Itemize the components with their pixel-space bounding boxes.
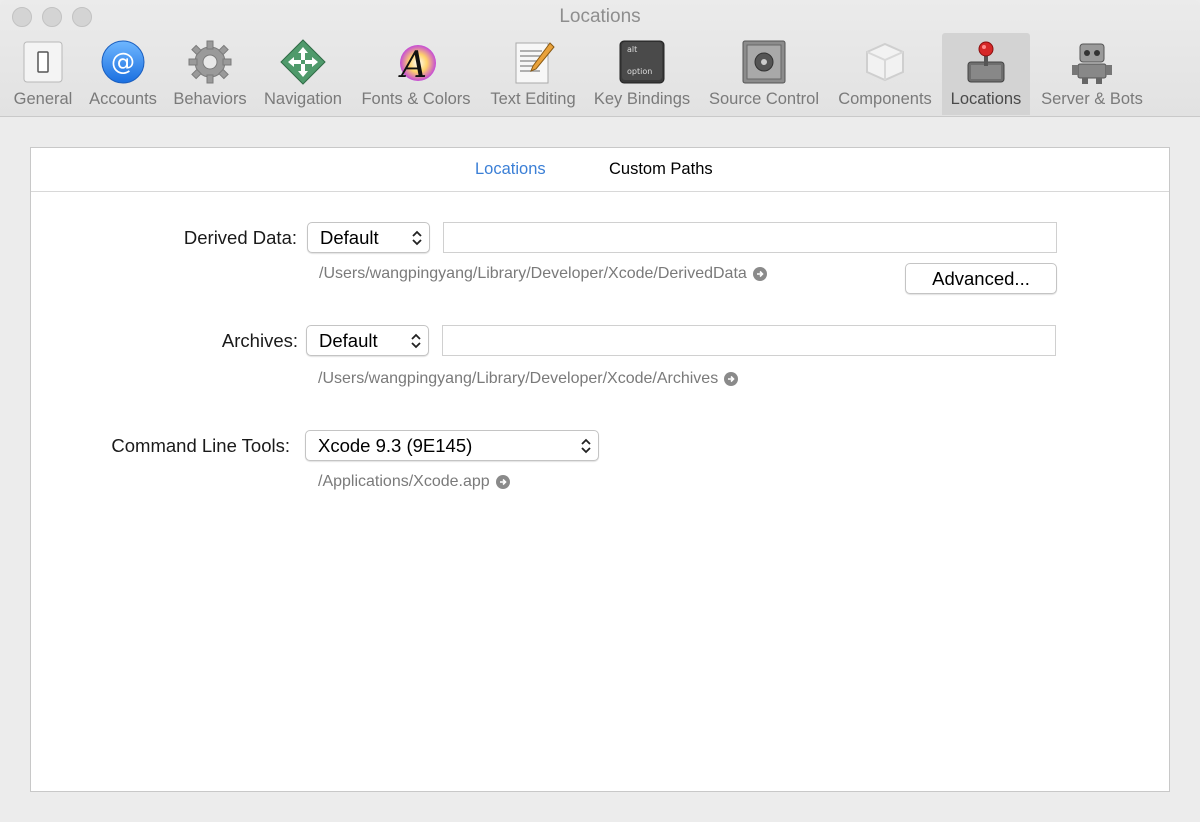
advanced-button[interactable]: Advanced... xyxy=(905,263,1057,294)
key-cap-bottom: option xyxy=(627,67,652,76)
window-title: Locations xyxy=(559,6,641,27)
tab-accounts[interactable]: @ Accounts xyxy=(84,33,162,115)
derived-data-popup-value: Default xyxy=(320,227,379,248)
segment-custom-paths[interactable]: Custom Paths xyxy=(609,160,713,179)
reveal-arrow-icon[interactable] xyxy=(495,475,510,489)
tab-label: Behaviors xyxy=(173,90,247,108)
tab-behaviors[interactable]: Behaviors xyxy=(168,33,252,115)
tab-source-control[interactable]: Source Control xyxy=(702,33,826,115)
locations-panel: Locations Custom Paths Derived Data: Def… xyxy=(30,147,1170,792)
option-key-icon: alt option xyxy=(618,38,666,86)
archives-popup[interactable]: Default xyxy=(306,325,429,356)
at-sign-icon: @ xyxy=(99,38,147,86)
tab-label: Navigation xyxy=(264,90,342,108)
archives-path: /Users/wangpingyang/Library/Developer/Xc… xyxy=(318,370,739,388)
segmented-control: Locations Custom Paths xyxy=(31,148,1169,192)
safe-icon xyxy=(740,38,788,86)
tab-label: Accounts xyxy=(89,90,157,108)
tab-label: Components xyxy=(838,90,932,108)
chevron-up-down-icon xyxy=(411,333,421,349)
command-line-tools-label: Command Line Tools: xyxy=(111,435,290,456)
command-line-tools-path: /Applications/Xcode.app xyxy=(318,473,510,491)
segment-locations[interactable]: Locations xyxy=(475,160,546,179)
navigation-arrows-icon xyxy=(279,38,327,86)
robot-icon xyxy=(1068,38,1116,86)
general-icon xyxy=(19,38,67,86)
derived-data-path-text: /Users/wangpingyang/Library/Developer/Xc… xyxy=(319,265,747,282)
derived-data-popup[interactable]: Default xyxy=(307,222,430,253)
preferences-window: Locations General @ Accounts Behaviors N… xyxy=(0,0,1200,822)
tab-components[interactable]: Components xyxy=(832,33,938,115)
tab-label: Source Control xyxy=(708,90,820,108)
svg-text:A: A xyxy=(398,45,427,85)
key-cap-top: alt xyxy=(627,45,637,54)
tab-server-bots[interactable]: Server & Bots xyxy=(1034,33,1150,115)
svg-text:@: @ xyxy=(111,48,135,76)
derived-data-path: /Users/wangpingyang/Library/Developer/Xc… xyxy=(319,265,767,283)
font-color-icon: A xyxy=(392,38,440,86)
tab-text-editing[interactable]: Text Editing xyxy=(484,33,582,115)
command-line-tools-popup-value: Xcode 9.3 (9E145) xyxy=(318,435,473,456)
archives-field[interactable] xyxy=(442,325,1056,356)
archives-popup-value: Default xyxy=(319,330,378,351)
tab-general[interactable]: General xyxy=(6,33,80,115)
tab-label: Key Bindings xyxy=(593,90,691,108)
tab-label: Fonts & Colors xyxy=(361,90,471,108)
reveal-arrow-icon[interactable] xyxy=(752,267,767,281)
joystick-icon xyxy=(962,38,1010,86)
chevron-up-down-icon xyxy=(581,438,591,454)
command-line-tools-popup[interactable]: Xcode 9.3 (9E145) xyxy=(305,430,599,461)
tab-locations[interactable]: Locations xyxy=(942,33,1030,115)
tab-label: Locations xyxy=(950,90,1022,108)
reveal-arrow-icon[interactable] xyxy=(724,372,739,386)
title-bar: Locations General @ Accounts Behaviors N… xyxy=(0,0,1200,117)
derived-data-field[interactable] xyxy=(443,222,1057,253)
archives-label: Archives: xyxy=(221,330,298,351)
tab-label: Text Editing xyxy=(490,90,576,108)
text-editing-icon xyxy=(509,38,557,86)
components-box-icon xyxy=(861,38,909,86)
tab-key-bindings[interactable]: alt option Key Bindings xyxy=(588,33,696,115)
chevron-up-down-icon xyxy=(412,230,422,246)
tab-label: Server & Bots xyxy=(1041,90,1143,108)
gear-icon xyxy=(186,38,234,86)
tab-fonts-colors[interactable]: A Fonts & Colors xyxy=(354,33,478,115)
tab-label: General xyxy=(13,90,73,108)
archives-path-text: /Users/wangpingyang/Library/Developer/Xc… xyxy=(318,370,719,387)
tab-navigation[interactable]: Navigation xyxy=(258,33,348,115)
command-line-tools-path-text: /Applications/Xcode.app xyxy=(318,473,490,490)
derived-data-label: Derived Data: xyxy=(183,227,297,248)
